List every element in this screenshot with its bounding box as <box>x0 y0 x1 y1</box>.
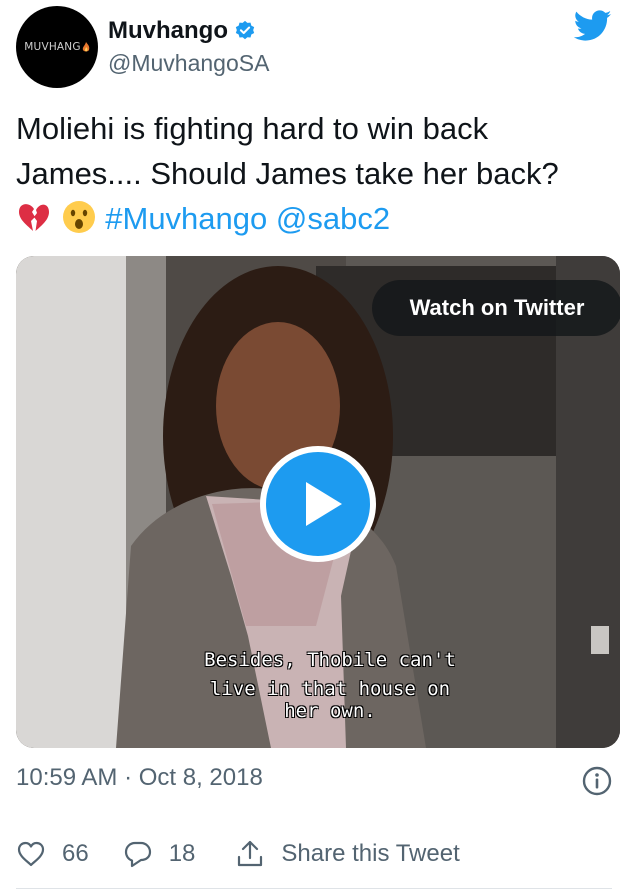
surprised-face-emoji-icon <box>62 201 95 233</box>
broken-heart-emoji-icon <box>19 204 49 231</box>
flame-icon <box>82 41 89 51</box>
hashtag-link[interactable]: #Muvhango <box>105 201 267 236</box>
share-button[interactable]: Share this Tweet <box>235 839 460 869</box>
avatar-logo: MUVHANG <box>24 41 89 53</box>
tweet-text: Moliehi is fighting hard to win back Jam… <box>16 106 596 241</box>
tweet-body: Moliehi is fighting hard to win back Jam… <box>16 111 559 191</box>
reply-button[interactable]: 18 <box>123 839 196 869</box>
verified-badge-icon <box>235 20 255 40</box>
share-label: Share this Tweet <box>281 840 460 867</box>
video-player[interactable]: Watch on Twitter Besides, Thobile can't … <box>16 256 620 748</box>
mention-link[interactable]: @sabc2 <box>276 201 390 236</box>
watch-on-twitter-button[interactable]: Watch on Twitter <box>372 280 620 336</box>
reply-count: 18 <box>168 840 196 867</box>
like-button[interactable]: 66 <box>16 839 89 869</box>
video-subtitle-line-2: live in that house on her own. <box>209 678 451 722</box>
author-block: Muvhango @MuvhangoSA <box>108 14 269 77</box>
tweet-timestamp[interactable]: 10:59 AM · Oct 8, 2018 <box>16 764 263 792</box>
play-icon[interactable] <box>260 446 376 562</box>
heart-icon <box>17 841 45 867</box>
share-icon <box>238 840 263 867</box>
reply-bubble-icon <box>124 841 151 868</box>
video-subtitle-line-1: Besides, Thobile can't <box>204 649 456 671</box>
twitter-bird-icon[interactable] <box>574 10 612 42</box>
like-count: 66 <box>62 840 89 867</box>
avatar[interactable]: MUVHANG <box>16 6 98 88</box>
bottom-divider <box>16 888 612 889</box>
handle[interactable]: @MuvhangoSA <box>108 50 269 77</box>
info-icon[interactable] <box>582 766 612 796</box>
tweet-actions: 66 18 Share this Tweet <box>16 834 460 874</box>
display-name[interactable]: Muvhango <box>108 17 228 45</box>
tweet-header: MUVHANG Muvhango @MuvhangoSA <box>16 6 612 88</box>
